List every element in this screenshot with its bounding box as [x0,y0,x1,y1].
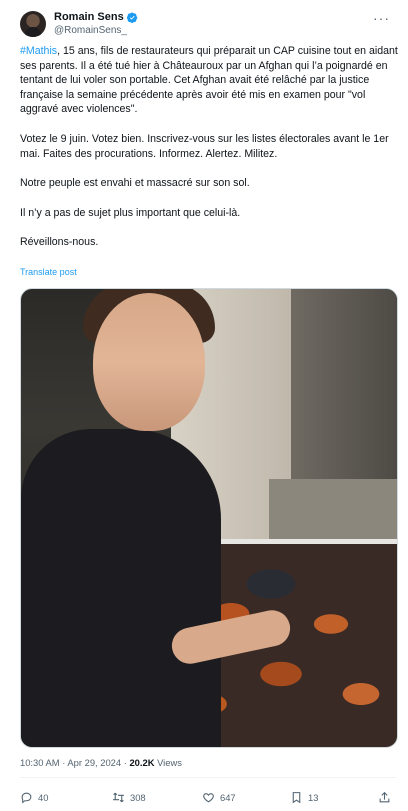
reply-button[interactable]: 40 [20,791,48,804]
paragraph-1-text: , 15 ans, fils de restaurateurs qui prép… [20,45,398,116]
share-button[interactable] [378,791,396,804]
bookmark-button[interactable]: 13 [290,791,318,804]
repost-count: 308 [130,791,146,803]
tweet-header: Romain Sens @RomainSens_ ··· [20,6,396,42]
translate-post-link[interactable]: Translate post [20,267,77,277]
views-label: Views [154,757,182,768]
author-handle[interactable]: @RomainSens_ [54,24,138,37]
photo-person-body [21,429,221,747]
timestamp-link[interactable]: 10:30 AM · Apr 29, 2024 [20,757,121,768]
hashtag-link[interactable]: #Mathis [20,45,57,57]
share-icon [379,791,390,802]
tweet-meta: 10:30 AM · Apr 29, 2024 · 20.2K Views [20,757,182,768]
divider [20,777,396,778]
heart-icon [203,792,214,802]
action-bar: 40 308 647 13 [20,787,396,807]
author-block: Romain Sens @RomainSens_ [54,11,138,37]
tweet-text: #Mathis, 15 ans, fils de restaurateurs q… [20,44,398,265]
author-name-row: Romain Sens [54,11,138,24]
tweet-paragraph-5: Réveillons-nous. [20,236,99,249]
more-options-icon[interactable]: ··· [373,10,390,26]
photo-wall-dark [291,289,397,489]
tweet-paragraph-1: #Mathis, 15 ans, fils de restaurateurs q… [20,44,398,117]
tweet-card: Romain Sens @RomainSens_ ··· #Mathis, 15… [0,0,408,811]
bookmark-icon [292,791,301,803]
tweet-paragraph-3: Notre peuple est envahi et massacré sur … [20,177,250,190]
repost-icon [113,792,124,802]
reply-icon [21,792,32,803]
repost-button[interactable]: 308 [112,791,146,804]
verified-badge-icon [126,12,137,23]
photo-person-face [93,293,205,431]
avatar[interactable] [20,11,46,37]
tweet-photo[interactable] [20,288,398,748]
views-count: 20.2K [129,757,155,768]
like-count: 647 [220,791,236,803]
tweet-paragraph-2: Votez le 9 juin. Votez bien. Inscrivez-v… [20,132,389,160]
reply-count: 40 [38,791,49,803]
display-name[interactable]: Romain Sens [54,11,124,24]
tweet-paragraph-4: Il n’y a pas de sujet plus important que… [20,206,241,219]
bookmark-count: 13 [308,791,319,803]
like-button[interactable]: 647 [202,791,236,804]
